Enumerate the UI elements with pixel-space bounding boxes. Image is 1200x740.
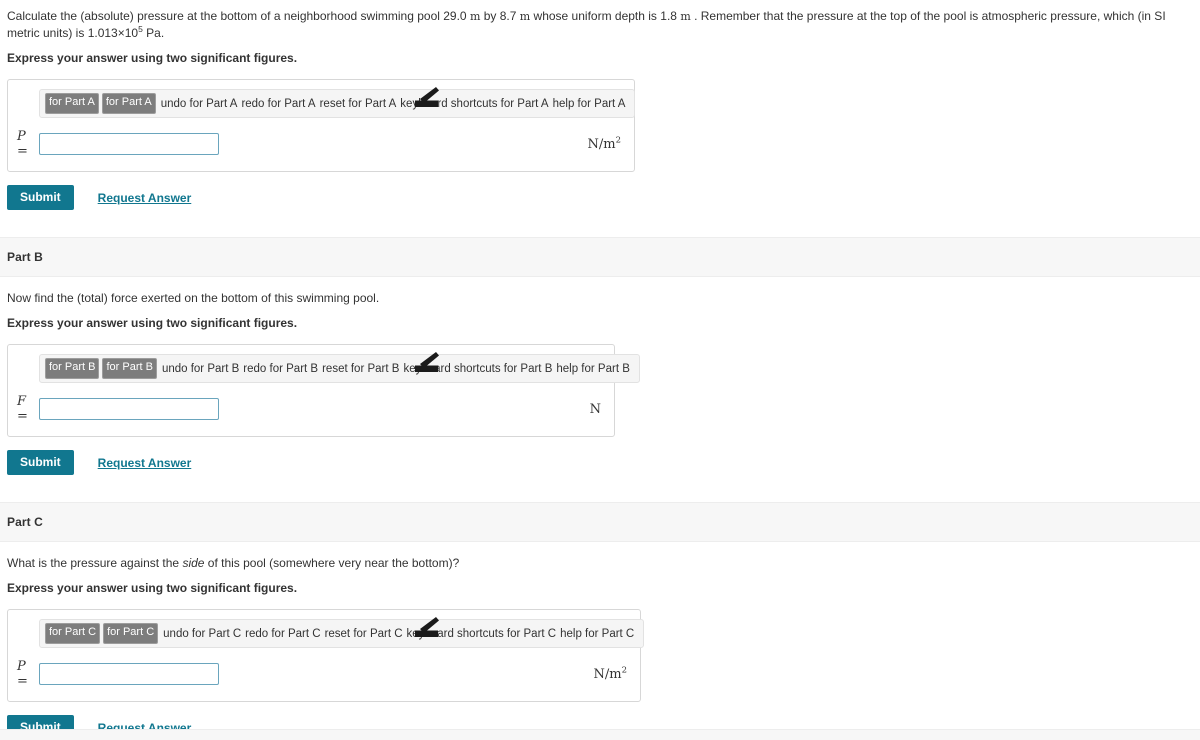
keyboard-shortcuts-link-c[interactable]: keyboard shortcuts for Part C xyxy=(407,628,557,640)
redo-link-a[interactable]: redo for Part A xyxy=(241,98,315,110)
variable-label-b: F = xyxy=(17,394,28,424)
problem-page: Calculate the (absolute) pressure at the… xyxy=(0,0,1200,740)
sigfig-instruction-c: Express your answer using two significan… xyxy=(7,581,298,595)
help-link-b[interactable]: help for Part B xyxy=(556,363,630,375)
statement-between-2: whose uniform depth is xyxy=(530,9,661,23)
answer-input-part-c[interactable] xyxy=(39,663,219,685)
part-c-prompt-pre: What is the pressure against the xyxy=(7,556,183,570)
atmospheric-pressure-exponent: 5 xyxy=(138,24,143,34)
part-c-title: Part C xyxy=(7,515,43,529)
pool-length-unit: m xyxy=(469,10,481,23)
undo-link-c[interactable]: undo for Part C xyxy=(163,628,241,640)
request-answer-link-b[interactable]: Request Answer xyxy=(98,456,192,470)
request-answer-link-a[interactable]: Request Answer xyxy=(98,191,192,205)
unit-label-c: N/m2 xyxy=(593,665,627,682)
math-toolbar-part-b: for Part Bfor Part B undo for Part B redo … xyxy=(39,352,640,383)
help-link-a[interactable]: help for Part A xyxy=(553,98,626,110)
answer-box-part-a: for Part Afor Part A undo for Part Aredo … xyxy=(7,79,636,172)
part-b-body: Now find the (total) force exerted on th… xyxy=(0,277,1200,475)
variable-label-a: P = xyxy=(17,129,28,159)
problem-statement: Calculate the (absolute) pressure at the… xyxy=(7,0,1193,42)
keyboard-shortcuts-link-a[interactable]: keyboard shortcuts for Part A xyxy=(400,98,548,110)
template-exponent-button-a[interactable]: for Part A xyxy=(101,93,156,114)
template-fraction-button-c[interactable]: for Part C xyxy=(45,623,101,644)
sigfig-instruction-a: Express your answer using two significan… xyxy=(7,51,298,65)
math-toolbar-part-c: for Part Cfor Part C undo for Part C redo … xyxy=(39,617,645,648)
atmospheric-pressure-value: 1.013×10 xyxy=(87,26,139,40)
template-fraction-button-a[interactable]: for Part A xyxy=(45,93,99,114)
part-b-title: Part B xyxy=(7,250,43,264)
redo-link-b[interactable]: redo for Part B xyxy=(243,363,318,375)
actions-part-b: Submit Request Answer xyxy=(7,450,1193,475)
answer-box-part-c: for Part Cfor Part C undo for Part C redo … xyxy=(7,609,645,702)
unit-label-b: N xyxy=(589,401,601,417)
answer-input-part-b[interactable] xyxy=(39,398,219,420)
reset-link-b[interactable]: reset for Part B xyxy=(322,363,399,375)
answer-input-row-b: F = N xyxy=(17,394,605,424)
template-exponent-button-b[interactable]: for Part B xyxy=(102,358,157,379)
part-a-body: Calculate the (absolute) pressure at the… xyxy=(0,0,1200,210)
submit-button-a[interactable]: Submit xyxy=(7,185,74,210)
part-c-header-band: Part C xyxy=(0,502,1200,542)
help-link-c[interactable]: help for Part C xyxy=(560,628,634,640)
template-exponent-button-c[interactable]: for Part C xyxy=(103,623,159,644)
keyboard-shortcuts-link-b[interactable]: keyboard shortcuts for Part B xyxy=(403,363,552,375)
part-c-prompt-emphasis: side xyxy=(182,556,205,570)
part-c-prompt: What is the pressure against the side of… xyxy=(7,542,1193,572)
page-bottom-band xyxy=(0,729,1200,740)
pool-width: 8.7 m xyxy=(499,9,531,23)
math-toolbar-part-a: for Part Afor Part A undo for Part Aredo … xyxy=(39,87,636,118)
answer-input-row-c: P = N/m2 xyxy=(17,659,631,689)
reset-link-a[interactable]: reset for Part A xyxy=(320,98,397,110)
pool-width-unit: m xyxy=(519,10,531,23)
part-b-header-band: Part B xyxy=(0,237,1200,277)
part-b-prompt: Now find the (total) force exerted on th… xyxy=(7,291,380,305)
sigfig-instruction-b: Express your answer using two significan… xyxy=(7,316,298,330)
statement-between-1: by xyxy=(480,9,500,23)
undo-link-a[interactable]: undo for Part A xyxy=(161,98,238,110)
pool-depth-unit: m xyxy=(680,10,691,23)
answer-input-part-a[interactable] xyxy=(39,133,219,155)
atmospheric-pressure-unit: Pa. xyxy=(146,26,165,40)
part-c-body: What is the pressure against the side of… xyxy=(0,542,1200,740)
pool-length: 29.0 m xyxy=(443,9,481,23)
pool-depth: 1.8 m xyxy=(660,9,691,23)
redo-link-c[interactable]: redo for Part C xyxy=(245,628,320,640)
undo-link-b[interactable]: undo for Part B xyxy=(162,363,239,375)
variable-label-c: P = xyxy=(17,659,28,689)
actions-part-a: Submit Request Answer xyxy=(7,185,1193,210)
submit-button-b[interactable]: Submit xyxy=(7,450,74,475)
answer-input-row-a: P = N/m2 xyxy=(17,129,625,159)
statement-text-pre: Calculate the (absolute) pressure at the… xyxy=(7,9,444,23)
reset-link-c[interactable]: reset for Part C xyxy=(325,628,403,640)
template-fraction-button-b[interactable]: for Part B xyxy=(45,358,100,379)
unit-label-a: N/m2 xyxy=(587,135,621,152)
part-c-prompt-post: of this pool (somewhere very near the bo… xyxy=(204,556,460,570)
answer-box-part-b: for Part Bfor Part B undo for Part B redo … xyxy=(7,344,640,437)
